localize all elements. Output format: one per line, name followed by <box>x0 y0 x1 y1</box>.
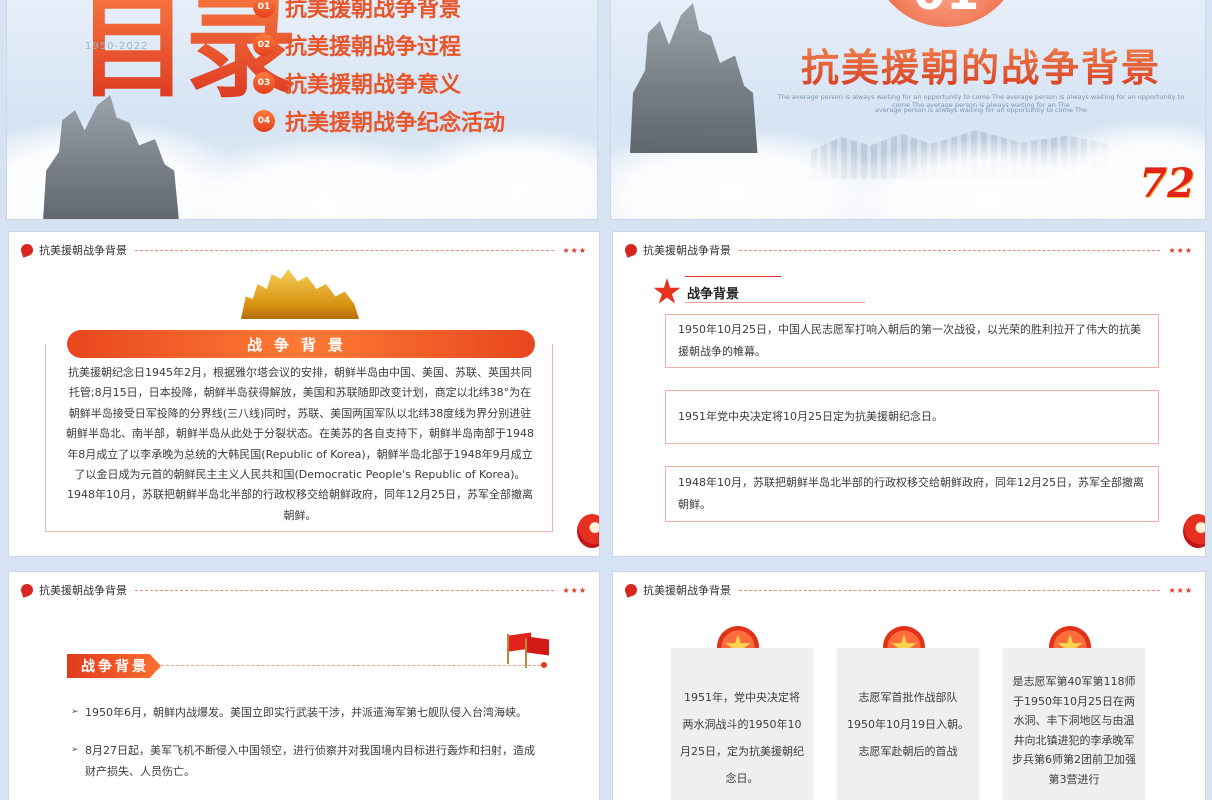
header-stars: ★★★ <box>562 245 587 255</box>
slide-header: 抗美援朝战争背景 ★★★ <box>19 582 587 598</box>
toc-label: 抗美援朝战争背景 <box>285 0 462 22</box>
section-number: 01 <box>871 0 1021 27</box>
pin-icon <box>19 582 35 598</box>
bullet-item: ➢ 1950年6月，朝鲜内战爆发。美国立即实行武装干涉，并派遣海军第七舰队侵入台… <box>71 702 541 723</box>
slide-header: 抗美援朝战争背景 ★★★ <box>623 582 1193 598</box>
toc-number: 02 <box>253 34 275 56</box>
arrow-bullet-icon: ➢ <box>71 745 79 755</box>
slide-section-title[interactable]: 01 抗美援朝的战争背景 The average person is alway… <box>610 0 1206 220</box>
bullet-item: ➢ 8月27日起，美军飞机不断侵入中国领空，进行侦察并对我国境内目标进行轰炸和扫… <box>71 740 541 782</box>
toc-number: 01 <box>253 0 275 18</box>
slide-background-boxes[interactable]: 抗美援朝战争背景 ★★★ 战争背景 1950年10月25日，中国人民志愿军打响入… <box>612 231 1206 557</box>
decor-dot <box>541 662 547 668</box>
info-card: 1951年，党中央决定将两水洞战斗的1950年10月25日，定为抗美援朝纪念日。 <box>671 648 813 800</box>
slide-background-cards[interactable]: 抗美援朝战争背景 ★★★ 1951年，党中央决定将两水洞战斗的1950年10月2… <box>612 571 1206 800</box>
toc-item-02[interactable]: 02 抗美援朝战争过程 <box>253 29 461 61</box>
info-card: 是志愿军第40军第118师于1950年10月25日在两水洞、丰下洞地区与由温井向… <box>1003 648 1145 800</box>
text-box: 1950年10月25日，中国人民志愿军打响入朝后的第一次战役，以光荣的胜利拉开了… <box>665 314 1159 368</box>
toc-item-03[interactable]: 03 抗美援朝战争意义 <box>253 67 461 99</box>
section-label-text: 战争背景 <box>687 286 740 302</box>
toc-label: 抗美援朝战争过程 <box>285 35 462 60</box>
cloud-decoration <box>387 129 597 219</box>
info-card: 志愿军首批作战部队1950年10月19日入朝。志愿军赴朝后的首战 <box>837 648 979 800</box>
year-range: 1950-2022 <box>85 41 149 52</box>
emblem-icon <box>577 514 599 548</box>
arrow-bullet-icon: ➢ <box>71 707 79 717</box>
card-text: 1951年，党中央决定将两水洞战斗的1950年10月25日，定为抗美援朝纪念日。 <box>680 691 804 785</box>
card-text: 是志愿军第40军第118师于1950年10月25日在两水洞、丰下洞地区与由温井向… <box>1012 675 1136 786</box>
background-paragraph: 抗美援朝纪念日1945年2月，根据雅尔塔会议的安排，朝鲜半岛由中国、美国、苏联、… <box>66 366 534 522</box>
slide-header: 抗美援朝战争背景 ★★★ <box>623 242 1193 258</box>
decor-line <box>685 302 865 303</box>
card-text: 志愿军首批作战部队1950年10月19日入朝。志愿军赴朝后的首战 <box>847 691 969 758</box>
toc-number: 04 <box>253 110 275 132</box>
pin-icon <box>623 582 639 598</box>
section-title: 抗美援朝的战争背景 <box>761 37 1201 92</box>
header-divider <box>135 249 555 251</box>
header-stars: ★★★ <box>1168 585 1193 595</box>
header-title: 抗美援朝战争背景 <box>39 584 127 597</box>
slide-background-bullets[interactable]: 抗美援朝战争背景 ★★★ 战争背景 ➢ 1950年6月，朝鲜内战爆发。美国立即实… <box>8 571 600 800</box>
header-divider <box>135 589 555 591</box>
text-box: 1951年党中央决定将10月25日定为抗美援朝纪念日。 <box>665 390 1159 444</box>
golden-monument-image <box>241 269 359 319</box>
bullet-text: 8月27日起，美军飞机不断侵入中国领空，进行侦察并对我国境内目标进行轰炸和扫射，… <box>85 744 535 778</box>
monument-statue-image <box>630 3 758 153</box>
section-tag-title: 战争背景 <box>67 654 161 678</box>
header-stars: ★★★ <box>562 585 587 595</box>
decor-dashed-line <box>161 665 541 666</box>
slide-toc[interactable]: 目录 1950-2022 01 抗美援朝战争背景 02 抗美援朝战争过程 03 … <box>6 0 598 220</box>
header-divider <box>739 589 1161 591</box>
toc-label: 抗美援朝战争意义 <box>285 73 462 98</box>
header-title: 抗美援朝战争背景 <box>643 584 731 597</box>
emblem-icon <box>1183 514 1205 548</box>
header-stars: ★★★ <box>1168 245 1193 255</box>
toc-label: 抗美援朝战争纪念活动 <box>285 111 506 136</box>
slide-header: 抗美援朝战争背景 ★★★ <box>19 242 587 258</box>
anniversary-72-badge: 72 <box>1139 160 1195 207</box>
header-title: 抗美援朝战争背景 <box>39 244 127 257</box>
slide-background-paragraph[interactable]: 抗美援朝战争背景 ★★★ 战争背景 抗美援朝纪念日1945年2月，根据雅尔塔会议… <box>8 231 600 557</box>
header-divider <box>739 249 1161 251</box>
star-icon <box>653 278 681 304</box>
header-title: 抗美援朝战争背景 <box>643 244 731 257</box>
section-subtitle: average person is always waiting for an … <box>874 106 1088 114</box>
pin-icon <box>19 242 35 258</box>
toc-item-01[interactable]: 01 抗美援朝战争背景 <box>253 0 461 23</box>
bullet-text: 1950年6月，朝鲜内战爆发。美国立即实行武装干涉，并派遣海军第七舰队侵入台湾海… <box>85 706 527 719</box>
text-box: 1948年10月，苏联把朝鲜半岛北半部的行政权移交给朝鲜政府，同年12月25日，… <box>665 466 1159 522</box>
decor-line <box>685 276 781 277</box>
toc-item-04[interactable]: 04 抗美援朝战争纪念活动 <box>253 105 505 137</box>
toc-number: 03 <box>253 72 275 94</box>
pin-icon <box>623 242 639 258</box>
section-pill-title: 战争背景 <box>67 330 535 358</box>
